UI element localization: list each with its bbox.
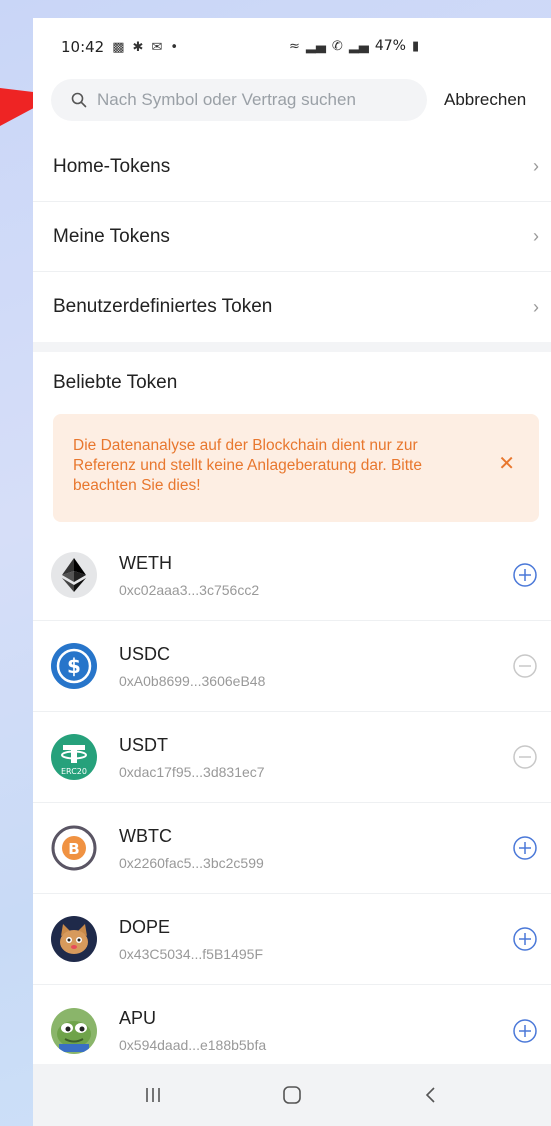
add-token-icon[interactable] xyxy=(511,561,539,589)
token-list: WETH 0xc02aaa3...3c756cc2 $ USDC 0xA0b86… xyxy=(33,530,551,1076)
token-symbol: USDT xyxy=(119,734,168,755)
token-symbol: DOPE xyxy=(119,916,171,937)
nav-item-label: Meine Tokens xyxy=(53,225,170,247)
svg-text:ERC20: ERC20 xyxy=(61,767,87,776)
battery-icon: ▮ xyxy=(411,38,420,54)
search-icon xyxy=(71,92,87,108)
token-address: 0xdac17f95...3d831ec7 xyxy=(119,763,265,780)
search-input[interactable] xyxy=(97,90,407,110)
back-button[interactable] xyxy=(401,1075,461,1115)
token-row-weth[interactable]: WETH 0xc02aaa3...3c756cc2 xyxy=(33,530,551,621)
token-address: 0xc02aaa3...3c756cc2 xyxy=(119,581,260,598)
usdc-logo-icon: $ xyxy=(51,643,97,689)
notification-dot: • xyxy=(170,39,179,55)
status-time: 10:42 xyxy=(61,38,105,56)
add-token-icon[interactable] xyxy=(511,834,539,862)
remove-token-icon[interactable] xyxy=(511,652,539,680)
nav-item-custom-token[interactable]: Benutzerdefiniertes Token › xyxy=(33,272,551,342)
recent-apps-button[interactable] xyxy=(123,1075,183,1115)
token-row-usdc[interactable]: $ USDC 0xA0b8699...3606eB48 xyxy=(33,621,551,712)
token-row-apu[interactable]: APU 0x594daad...e188b5bfa xyxy=(33,985,551,1076)
battery-level: 47% xyxy=(374,38,406,54)
chevron-right-icon: › xyxy=(533,226,539,246)
home-button[interactable] xyxy=(262,1075,322,1115)
gallery-icon: ▩ xyxy=(112,39,125,55)
system-navigation-bar xyxy=(33,1064,551,1126)
chevron-right-icon: › xyxy=(533,156,539,176)
token-address: 0x594daad...e188b5bfa xyxy=(119,1037,267,1053)
token-row-dope[interactable]: DOPE 0x43C5034...f5B1495F xyxy=(33,894,551,985)
search-box[interactable] xyxy=(51,79,427,121)
section-divider xyxy=(33,342,551,352)
add-token-icon[interactable] xyxy=(511,925,539,953)
disclaimer-notice: Die Datenanalyse auf der Blockchain dien… xyxy=(53,414,539,522)
close-icon[interactable]: ✕ xyxy=(498,454,515,474)
nav-item-my-tokens[interactable]: Meine Tokens › xyxy=(33,202,551,272)
tether-logo-icon: ERC20 xyxy=(51,734,97,780)
nav-item-label: Home-Tokens xyxy=(53,155,171,177)
wifi-icon: ≈ xyxy=(289,38,300,54)
svg-text:$: $ xyxy=(67,654,81,678)
token-symbol: APU xyxy=(119,1008,157,1028)
token-address: 0xA0b8699...3606eB48 xyxy=(119,672,266,689)
signal-icon: ▂▄ xyxy=(305,38,326,54)
call-icon: ✆ xyxy=(331,38,343,54)
nav-item-label: Benutzerdefiniertes Token xyxy=(53,296,273,317)
token-symbol: WETH xyxy=(119,552,172,573)
token-address: 0x43C5034...f5B1495F xyxy=(119,945,263,962)
message-icon: ✉ xyxy=(151,39,163,55)
status-bar: 10:42 ▩ ✱ ✉ • ≈ ▂▄ ✆ ▂▄ 47% ▮ xyxy=(33,18,551,76)
token-symbol: WBTC xyxy=(119,825,172,846)
token-row-usdt[interactable]: ERC20 USDT 0xdac17f95...3d831ec7 xyxy=(33,712,551,803)
token-address: 0x2260fac5...3bc2c599 xyxy=(119,854,264,871)
phone-screen: 10:42 ▩ ✱ ✉ • ≈ ▂▄ ✆ ▂▄ 47% ▮ Abbrechen … xyxy=(33,18,551,1126)
chevron-right-icon: › xyxy=(533,296,539,317)
token-row-wbtc[interactable]: B WBTC 0x2260fac5...3bc2c599 xyxy=(33,803,551,894)
ethereum-logo-icon xyxy=(51,552,97,598)
section-title: Beliebte Token xyxy=(53,372,178,393)
search-row: Abbrechen xyxy=(33,76,551,124)
signal-icon: ▂▄ xyxy=(348,38,369,54)
home-icon xyxy=(283,1086,301,1104)
disclaimer-text: Die Datenanalyse auf der Blockchain dien… xyxy=(73,437,422,494)
dope-cat-logo-icon xyxy=(51,916,97,962)
walk-icon: ✱ xyxy=(132,39,144,55)
remove-token-icon[interactable] xyxy=(511,743,539,771)
back-icon xyxy=(426,1087,435,1103)
recent-apps-icon xyxy=(145,1088,160,1102)
svg-text:B: B xyxy=(68,840,79,858)
token-symbol: USDC xyxy=(119,643,171,664)
nav-item-home-tokens[interactable]: Home-Tokens › xyxy=(33,132,551,202)
cancel-button[interactable]: Abbrechen xyxy=(444,90,526,110)
add-token-icon[interactable] xyxy=(511,1017,539,1045)
apu-frog-logo-icon xyxy=(51,1007,97,1054)
wbtc-logo-icon: B xyxy=(51,825,97,871)
